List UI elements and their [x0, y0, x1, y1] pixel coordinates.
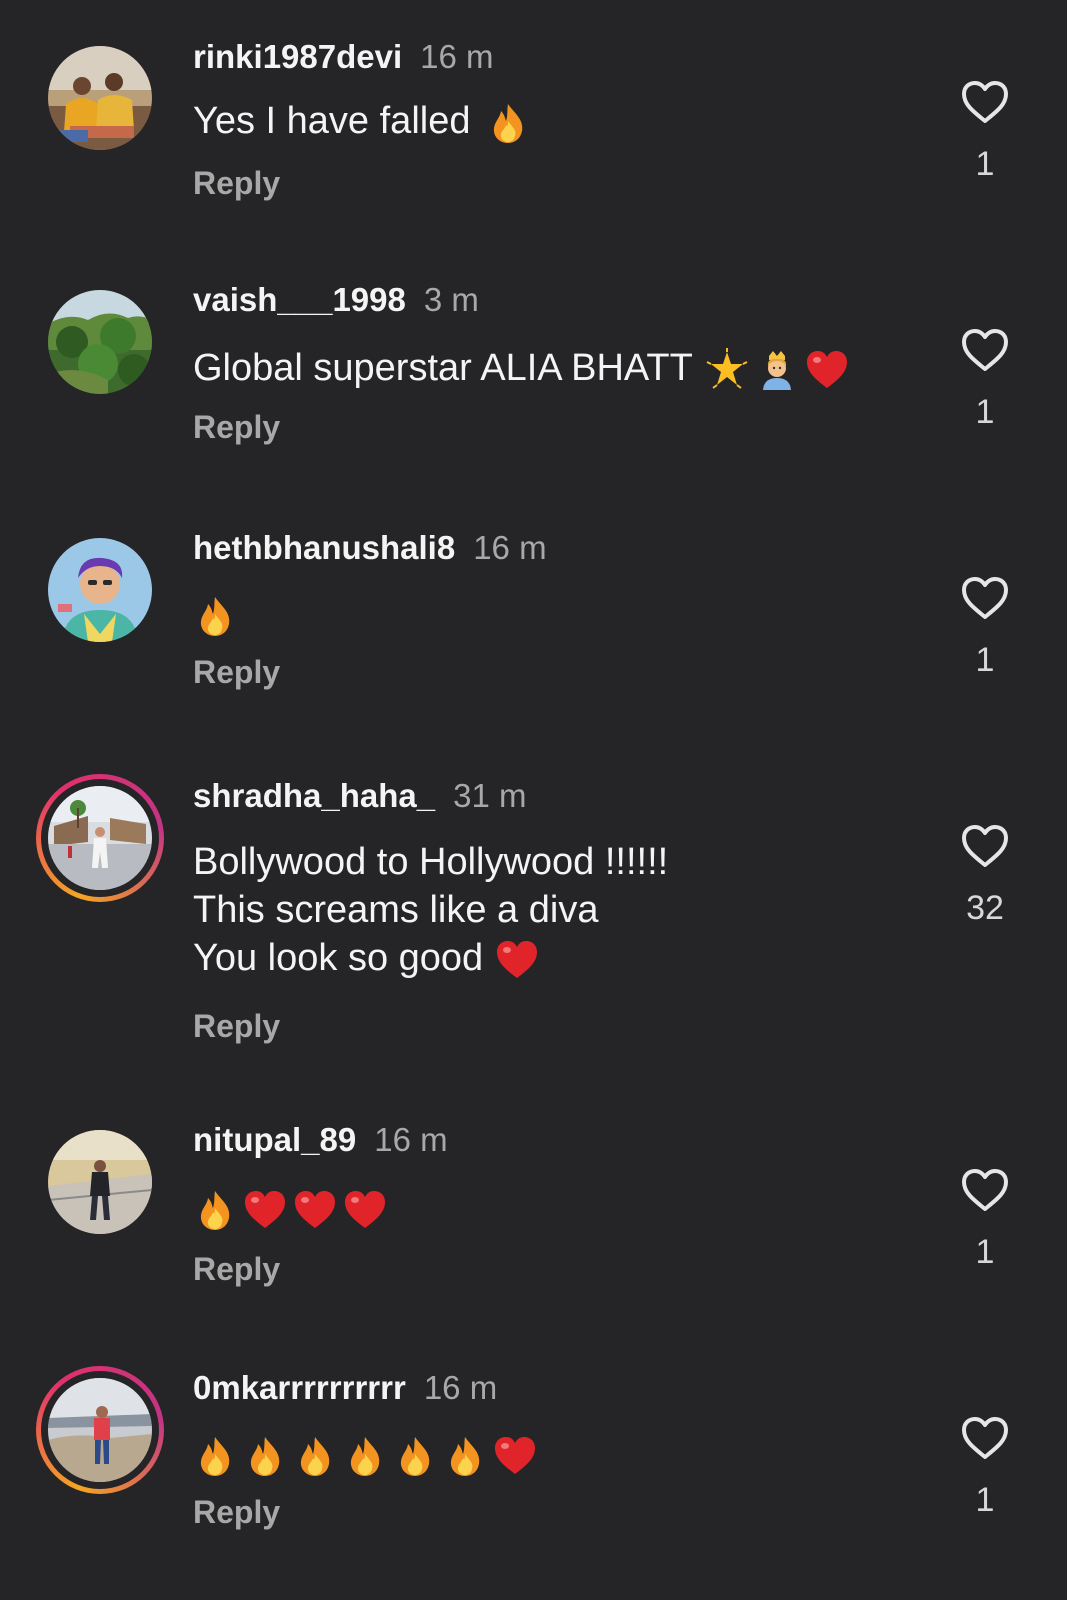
timestamp: 31 m	[453, 777, 527, 814]
comment-item: 0mkarrrrrrrrrr 16 m Reply 1	[0, 1336, 1067, 1600]
red-heart-emoji	[493, 1434, 537, 1478]
fire-emoji	[393, 1434, 437, 1478]
comment-header: 0mkarrrrrrrrrr 16 m	[193, 1368, 497, 1408]
glowing-star-emoji	[705, 347, 749, 392]
comment-item: vaish___1998 3 m Global superstar ALIA BH…	[0, 248, 1067, 496]
like-count: 1	[975, 1481, 995, 1519]
comment-text	[193, 1184, 387, 1232]
heart-outline-icon[interactable]	[960, 327, 1010, 373]
avatar[interactable]	[48, 786, 152, 890]
comment-line: Global superstar ALIA BHATT	[193, 347, 693, 389]
comment-line: Yes I have falled	[193, 100, 471, 142]
like-count: 1	[975, 1233, 995, 1271]
story-ring[interactable]	[36, 1366, 164, 1494]
reply-button[interactable]: Reply	[193, 1249, 280, 1289]
red-heart-emoji	[243, 1188, 287, 1232]
comment-text: Bollywood to Hollywood !!!!!! This screa…	[193, 838, 668, 982]
comment-line: Bollywood to Hollywood !!!!!!	[193, 841, 669, 883]
username[interactable]: rinki1987devi	[193, 38, 402, 75]
comment-text	[193, 1430, 537, 1478]
username[interactable]: nitupal_89	[193, 1121, 356, 1158]
fire-emoji	[343, 1434, 387, 1478]
red-heart-emoji	[805, 348, 849, 392]
like-count: 1	[975, 641, 995, 679]
fire-emoji	[193, 1188, 237, 1232]
heart-outline-icon[interactable]	[960, 823, 1010, 869]
avatar[interactable]	[48, 1130, 152, 1234]
fire-emoji	[443, 1434, 487, 1478]
comment-line: You look so good	[193, 937, 484, 979]
comment-header: nitupal_89 16 m	[193, 1120, 448, 1160]
red-heart-emoji	[495, 938, 539, 982]
username[interactable]: 0mkarrrrrrrrrr	[193, 1369, 406, 1406]
reply-button[interactable]: Reply	[193, 1006, 280, 1046]
comment-item: rinki1987devi 16 m Yes I have falled Repl…	[0, 0, 1067, 248]
red-heart-emoji	[343, 1188, 387, 1232]
like-count: 32	[966, 889, 1004, 927]
fire-emoji	[293, 1434, 337, 1478]
reply-button[interactable]: Reply	[193, 652, 280, 692]
comment-text	[193, 590, 237, 638]
timestamp: 16 m	[473, 529, 547, 566]
avatar[interactable]	[48, 1378, 152, 1482]
avatar[interactable]	[48, 290, 152, 394]
avatar[interactable]	[48, 538, 152, 642]
comment-header: vaish___1998 3 m	[193, 280, 479, 320]
avatar[interactable]	[48, 46, 152, 150]
reply-button[interactable]: Reply	[193, 407, 280, 447]
comment-line: This screams like a diva	[193, 889, 599, 931]
heart-outline-icon[interactable]	[960, 1415, 1010, 1461]
comments-feed: rinki1987devi 16 m Yes I have falled Repl…	[0, 0, 1067, 1600]
reply-button[interactable]: Reply	[193, 163, 280, 203]
timestamp: 3 m	[423, 281, 479, 318]
username[interactable]: hethbhanushali8	[193, 529, 455, 566]
fire-emoji	[486, 101, 530, 145]
heart-outline-icon[interactable]	[960, 575, 1010, 621]
red-heart-emoji	[293, 1188, 337, 1232]
fire-emoji	[243, 1434, 287, 1478]
story-ring[interactable]	[36, 774, 164, 902]
reply-button[interactable]: Reply	[193, 1492, 280, 1532]
timestamp: 16 m	[423, 1369, 498, 1406]
fire-emoji	[193, 594, 237, 638]
comment-item: nitupal_89 16 m Reply 1	[0, 1088, 1067, 1336]
comment-item: shradha_haha_ 31 m Bollywood to Hollywood…	[0, 744, 1067, 1088]
heart-outline-icon[interactable]	[960, 1167, 1010, 1213]
comment-text: Yes I have falled	[193, 97, 530, 145]
timestamp: 16 m	[420, 38, 494, 75]
fire-emoji	[193, 1434, 237, 1478]
timestamp: 16 m	[374, 1121, 448, 1158]
username[interactable]: shradha_haha_	[193, 777, 435, 814]
comment-item: hethbhanushali8 16 m Reply 1	[0, 496, 1067, 744]
comment-header: rinki1987devi 16 m	[193, 37, 494, 77]
username[interactable]: vaish___1998	[193, 281, 406, 318]
comment-text: Global superstar ALIA BHATT	[193, 344, 849, 392]
like-count: 1	[975, 393, 995, 431]
princess-emoji	[755, 348, 799, 392]
comment-header: shradha_haha_ 31 m	[193, 776, 526, 816]
comment-header: hethbhanushali8 16 m	[193, 528, 547, 568]
heart-outline-icon[interactable]	[960, 79, 1010, 125]
like-count: 1	[975, 145, 995, 183]
